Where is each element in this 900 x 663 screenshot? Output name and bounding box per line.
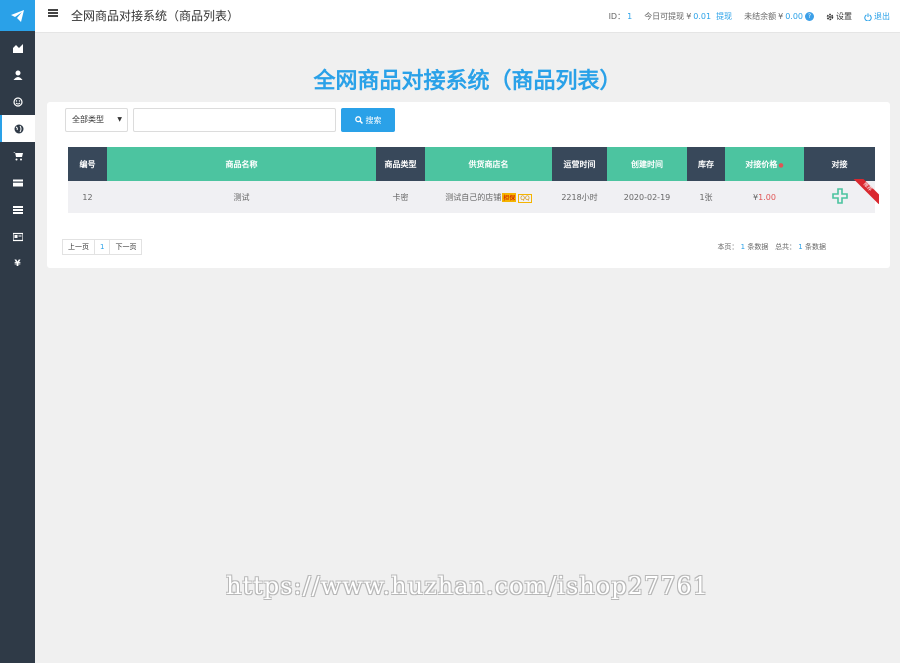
recommend-ribbon-label: 推荐 [853,179,879,205]
column-header-created: 创建时间 [607,147,687,181]
search-button-label: 搜索 [365,115,382,125]
sidebar-item-list[interactable] [0,196,35,223]
paper-plane-logo-icon[interactable] [0,0,35,31]
prev-page-button[interactable]: 上一页 [63,240,95,254]
column-header-op-time: 运营时间 [552,147,607,181]
page-stats: 本页： 1 条数据 总共： 1 条数据 [717,242,826,252]
page-1-button[interactable]: 1 [95,240,111,254]
settings-link[interactable]: 设置 [836,11,852,22]
next-page-button[interactable]: 下一页 [110,240,141,254]
total-count-label: 总共： [775,243,797,251]
cell-op-time: 2218小时 [552,181,607,213]
sidebar-item-user[interactable] [0,61,35,88]
page-count-label: 本页： [717,243,739,251]
page-title: 全网商品对接系统（商品列表） [313,69,622,94]
top-bar: 全网商品对接系统（商品列表） ID： 1 今日可提现 ¥ 0.01 提现 未结余… [35,0,900,33]
sidebar-item-id-card[interactable] [0,223,35,250]
withdraw-link[interactable]: 提现 [716,11,732,22]
table-header-row: 编号 商品名称 商品类型 供货商店名 运营时间 创建时间 库存 对接价格● 对接 [68,147,875,181]
unsettled-value: 0.00 [785,12,803,21]
search-input[interactable] [133,108,336,132]
sidebar-item-globe[interactable] [0,115,35,142]
caret-down-icon: ▼ [117,116,122,123]
column-header-price[interactable]: 对接价格● [725,147,804,181]
currency-symbol: ¥ [778,12,784,21]
globe-icon [14,124,23,133]
guarantee-badge: 担保 [502,192,517,202]
type-filter-select[interactable]: 全部类型 ▼ [65,108,128,132]
shop-name[interactable]: 测试自己的店铺 [445,193,501,202]
power-icon[interactable] [864,12,872,21]
id-value: 1 [627,12,633,21]
cell-shop: 测试自己的店铺 担保 QQ [425,181,552,213]
total-count-unit: 条数据 [805,243,826,251]
help-icon[interactable]: ? [805,12,814,21]
cell-created: 2020-02-19 [607,181,687,213]
product-table: 编号 商品名称 商品类型 供货商店名 运营时间 创建时间 库存 对接价格● 对接… [68,147,879,213]
card-icon [12,179,23,186]
sidebar: ¥ [0,0,35,663]
app-title: 全网商品对接系统（商品列表） [71,9,240,23]
product-list-card: 全部类型 ▼ 搜索 编号 商品名称 商品类型 供货商店名 运营时间 创建时间 库… [47,102,890,268]
withdraw-value: 0.01 [693,12,712,21]
cell-type: 卡密 [376,181,425,213]
user-icon [13,70,22,80]
cell-price: ¥1.00 [725,181,804,213]
column-header-shop: 供货商店名 [425,147,552,181]
pagination: 上一页 1 下一页 [62,239,143,255]
column-header-id: 编号 [68,147,107,181]
yen-icon: ¥ [14,258,21,269]
price-value: 1.00 [758,192,776,202]
sidebar-item-chart[interactable] [0,34,35,61]
recommend-ribbon: 推荐 [853,179,879,205]
sidebar-item-card[interactable] [0,169,35,196]
account-summary: ID： 1 今日可提现 ¥ 0.01 提现 未结余额 ¥ 0.00 ? 设置 退… [609,11,890,22]
column-header-type: 商品类型 [376,147,425,181]
column-header-connect: 对接 [804,147,875,181]
hamburger-menu-icon[interactable] [48,9,58,17]
column-header-stock: 库存 [687,147,725,181]
withdraw-label: 今日可提现 [644,12,685,21]
column-header-name: 商品名称 [107,147,376,181]
price-header-label: 对接价格 [745,159,778,169]
watermark: https://www.huzhan.com/ishop27761 [226,572,709,600]
cell-id: 12 [68,181,107,213]
sidebar-item-yen[interactable]: ¥ [0,250,35,277]
table-row: 12 测试 卡密 测试自己的店铺 担保 QQ 2218小时 2020-02-19 1… [68,179,879,213]
sidebar-item-smile[interactable] [0,88,35,115]
sort-icon[interactable]: ● [778,162,783,169]
sidebar-item-cart[interactable] [0,142,35,169]
currency-symbol: ¥ [686,12,692,21]
list-icon [12,205,23,214]
type-filter-value: 全部类型 [72,115,104,124]
add-connect-icon[interactable] [831,188,848,204]
qq-badge[interactable]: QQ [518,193,532,203]
chart-icon [12,43,23,53]
cell-connect: 推荐 [804,179,879,213]
gear-icon[interactable] [826,13,834,21]
total-count-value: 1 [798,243,803,251]
id-label: ID： [608,12,626,21]
page-count-value: 1 [740,243,746,251]
unsettled-label: 未结余额 [744,12,777,21]
cell-name: 测试 [107,181,376,213]
cart-icon [12,151,23,160]
search-button[interactable]: 搜索 [341,108,395,132]
smile-icon [12,96,23,107]
id-card-icon [12,232,23,241]
search-icon [354,116,363,124]
page-count-unit: 条数据 [747,243,769,251]
cell-stock: 1张 [687,181,725,213]
logout-link[interactable]: 退出 [874,11,890,22]
